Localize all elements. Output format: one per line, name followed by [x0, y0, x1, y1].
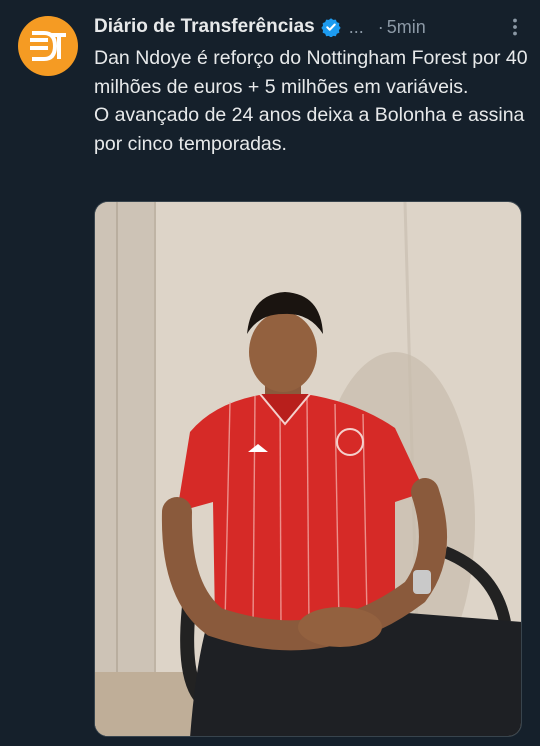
- tweet-text-line-1: Dan Ndoye é reforço do Nottingham Forest…: [94, 47, 528, 98]
- separator-dot: ·: [377, 16, 384, 37]
- verified-badge-icon: [321, 17, 341, 37]
- avatar[interactable]: [18, 16, 78, 76]
- tweet-text-line-2: O avançado de 24 anos deixa a Bolonha e …: [94, 104, 525, 155]
- tweet-header: Diário de Transferências ... · 5min: [94, 12, 526, 42]
- author-handle[interactable]: ...: [349, 17, 364, 38]
- tweet-text: Dan Ndoye é reforço do Nottingham Forest…: [94, 44, 534, 158]
- dt-logo-icon: [30, 31, 66, 61]
- timestamp[interactable]: 5min: [387, 17, 426, 38]
- player-photo-illustration: [95, 202, 521, 736]
- tweet-photo[interactable]: [94, 201, 522, 737]
- more-options-icon[interactable]: [504, 16, 526, 38]
- tweet-card[interactable]: Diário de Transferências ... · 5min Dan …: [0, 0, 540, 746]
- author-name[interactable]: Diário de Transferências: [94, 16, 315, 38]
